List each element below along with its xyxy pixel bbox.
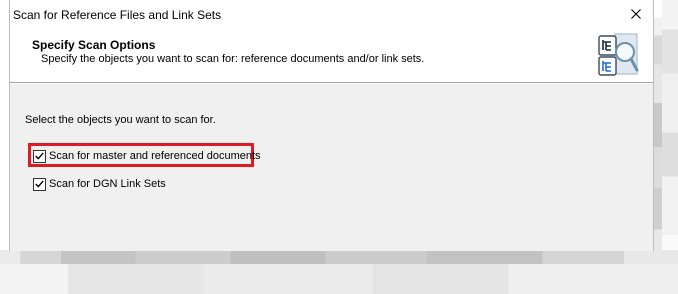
checkbox-box[interactable] — [33, 177, 46, 191]
checkbox-label: Scan for DGN Link Sets — [49, 178, 166, 190]
instruction-text: Select the objects you want to scan for. — [25, 114, 216, 126]
checkbox-box[interactable] — [33, 149, 46, 163]
title-bar: Scan for Reference Files and Link Sets — [10, 0, 653, 28]
header-title: Specify Scan Options — [32, 38, 156, 52]
scan-tree-magnifier-icon — [596, 32, 640, 78]
checkbox-label: Scan for master and referenced documents — [49, 150, 261, 162]
wizard-header: Specify Scan Options Specify the objects… — [10, 28, 653, 82]
header-subtitle: Specify the objects you want to scan for… — [41, 53, 425, 65]
options-panel: Select the objects you want to scan for.… — [10, 84, 653, 251]
close-button[interactable] — [625, 4, 647, 24]
scan-dgn-link-sets-checkbox[interactable]: Scan for DGN Link Sets — [33, 176, 166, 192]
close-icon — [631, 9, 641, 19]
checkmark-icon — [35, 152, 44, 160]
scan-master-documents-checkbox[interactable]: Scan for master and referenced documents — [33, 148, 261, 164]
checkmark-icon — [35, 180, 44, 188]
scan-dialog: Scan for Reference Files and Link Sets S… — [9, 0, 654, 251]
window-title: Scan for Reference Files and Link Sets — [13, 8, 222, 22]
blurred-background-bottom — [0, 250, 678, 294]
